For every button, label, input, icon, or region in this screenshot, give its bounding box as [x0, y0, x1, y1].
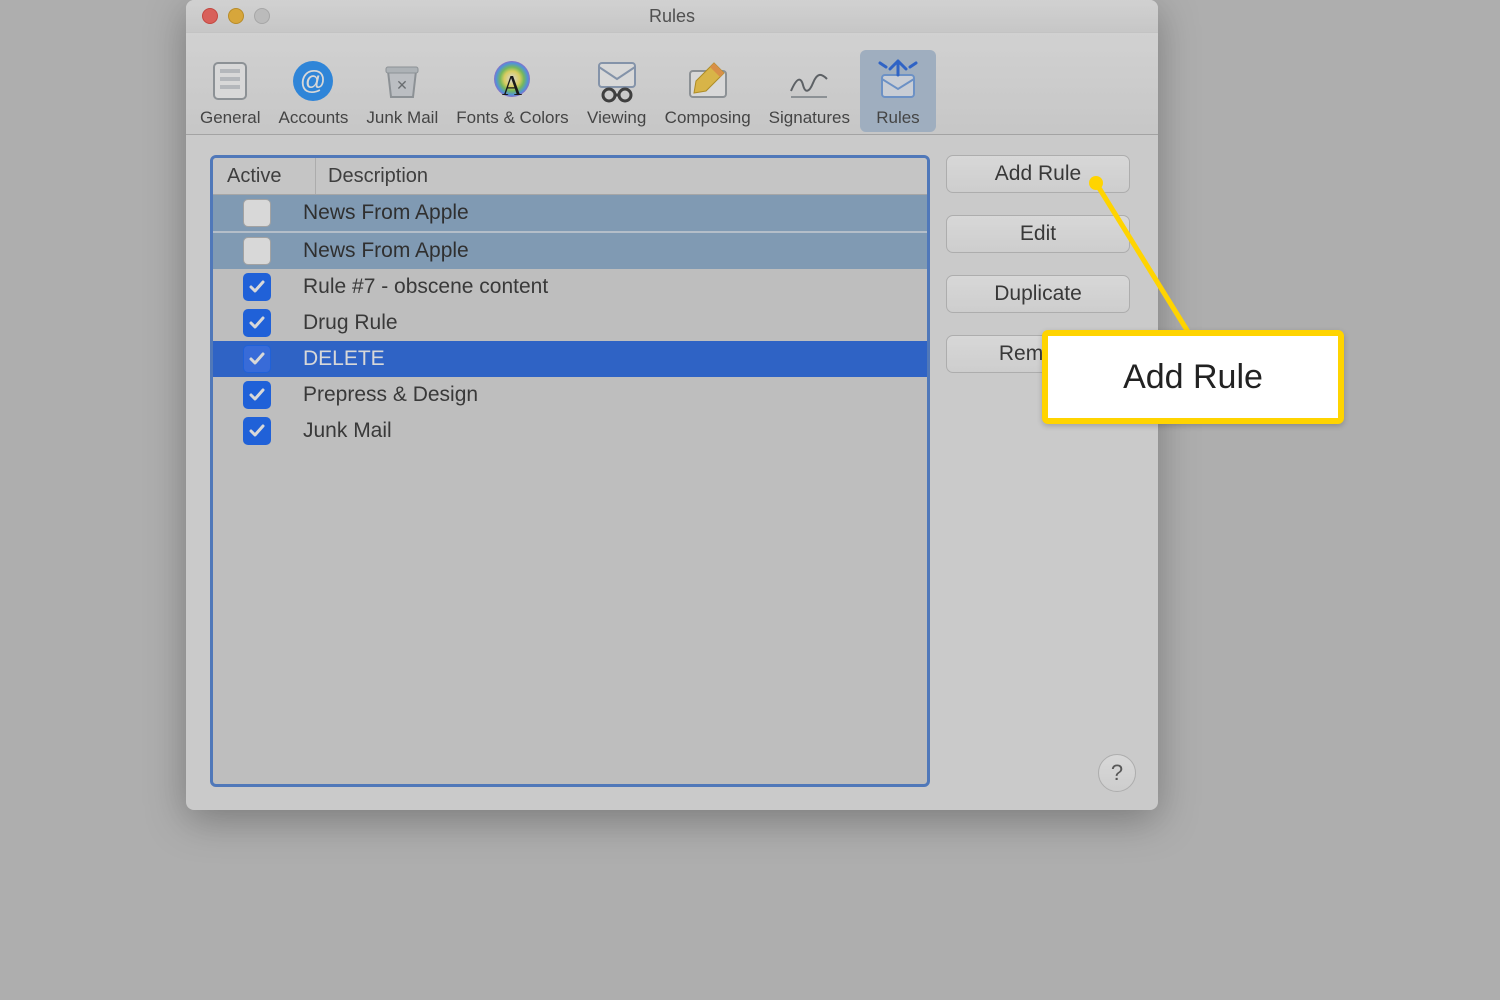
rule-row[interactable]: News From Apple [213, 195, 927, 231]
tab-signatures[interactable]: Signatures [761, 50, 858, 132]
rule-active-checkbox[interactable] [243, 199, 271, 227]
tab-label: Fonts & Colors [456, 108, 568, 128]
rule-row[interactable]: DELETE [213, 341, 927, 377]
junk-mail-icon: ✕ [377, 56, 427, 106]
rule-description: Rule #7 - obscene content [303, 275, 548, 299]
rule-row[interactable]: Drug Rule [213, 305, 927, 341]
general-icon [205, 56, 255, 106]
rules-table[interactable]: Active Description News From AppleNews F… [210, 155, 930, 787]
tab-rules[interactable]: Rules [860, 50, 936, 132]
help-button[interactable]: ? [1098, 754, 1136, 792]
tab-fonts-colors[interactable]: A Fonts & Colors [448, 50, 576, 132]
rule-active-checkbox[interactable] [243, 237, 271, 265]
preferences-toolbar: General @ Accounts ✕ Junk Mail [186, 32, 1158, 135]
tab-label: Composing [665, 108, 751, 128]
viewing-icon [592, 56, 642, 106]
tab-label: Signatures [769, 108, 850, 128]
titlebar[interactable]: Rules [186, 0, 1158, 32]
column-active-header[interactable]: Active [213, 158, 316, 194]
rule-description: Prepress & Design [303, 383, 478, 407]
composing-icon [683, 56, 733, 106]
rule-active-checkbox[interactable] [243, 309, 271, 337]
rules-table-header: Active Description [213, 158, 927, 195]
rule-description: Drug Rule [303, 311, 398, 335]
edit-rule-button[interactable]: Edit [946, 215, 1130, 253]
fonts-colors-icon: A [487, 56, 537, 106]
svg-text:✕: ✕ [396, 77, 408, 93]
tab-label: Rules [876, 108, 919, 128]
rules-rows: News From Apple News From Apple Rule #7 - … [213, 195, 927, 449]
add-rule-callout: Add Rule [1042, 330, 1344, 424]
preferences-window: Rules General @ Accounts ✕ Junk Mail [186, 0, 1158, 810]
window-title: Rules [186, 6, 1158, 27]
accounts-icon: @ [288, 56, 338, 106]
rule-row[interactable]: Rule #7 - obscene content [213, 269, 927, 305]
tab-label: Accounts [278, 108, 348, 128]
rules-icon [873, 56, 923, 106]
rules-pane: Active Description News From AppleNews F… [186, 131, 1158, 810]
duplicate-rule-button[interactable]: Duplicate [946, 275, 1130, 313]
rule-active-checkbox[interactable] [243, 273, 271, 301]
rule-description: Junk Mail [303, 419, 392, 443]
tab-accounts[interactable]: @ Accounts [270, 50, 356, 132]
rule-row[interactable]: News From Apple [213, 231, 927, 269]
rule-active-checkbox[interactable] [243, 345, 271, 373]
callout-label: Add Rule [1123, 358, 1263, 397]
signatures-icon [784, 56, 834, 106]
tab-general[interactable]: General [192, 50, 268, 132]
tab-viewing[interactable]: Viewing [579, 50, 655, 132]
tab-composing[interactable]: Composing [657, 50, 759, 132]
svg-text:A: A [502, 71, 523, 102]
rule-active-checkbox[interactable] [243, 381, 271, 409]
add-rule-button[interactable]: Add Rule [946, 155, 1130, 193]
rule-description: DELETE [303, 347, 385, 371]
rule-row[interactable]: Prepress & Design [213, 377, 927, 413]
svg-text:@: @ [300, 65, 326, 95]
tab-label: Junk Mail [366, 108, 438, 128]
rule-active-checkbox[interactable] [243, 417, 271, 445]
rule-description: News From Apple [303, 239, 469, 263]
column-description-header[interactable]: Description [316, 165, 428, 188]
rule-row[interactable]: Junk Mail [213, 413, 927, 449]
tab-label: Viewing [587, 108, 646, 128]
tab-label: General [200, 108, 260, 128]
tab-junk-mail[interactable]: ✕ Junk Mail [358, 50, 446, 132]
rule-description: News From Apple [303, 201, 469, 225]
